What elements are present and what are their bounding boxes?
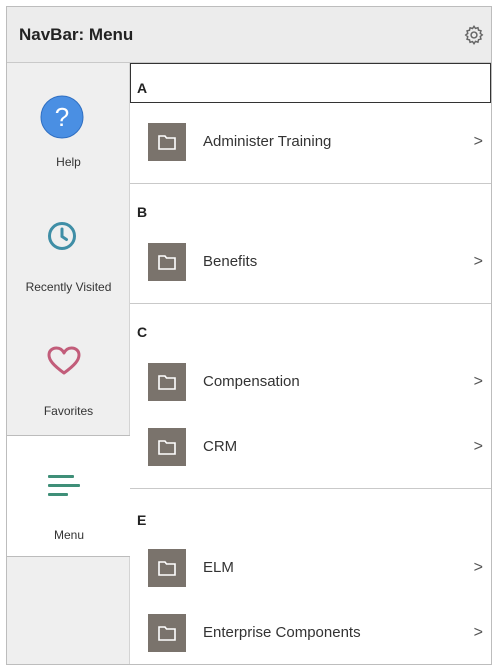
gear-icon[interactable] [463, 24, 485, 46]
menu-item-benefits[interactable]: Benefits > [130, 231, 491, 293]
menu-item-elm[interactable]: ELM > [130, 537, 491, 599]
folder-icon [148, 243, 186, 281]
sidebar-item-label: Menu [53, 528, 85, 542]
sidebar-item-label: Favorites [43, 404, 94, 418]
clock-icon [47, 221, 77, 256]
sidebar-item-favorites[interactable]: Favorites [7, 307, 130, 429]
chevron-right-icon: > [473, 253, 483, 270]
list-item-label: Enterprise Components [203, 624, 361, 641]
group-header-c: C [137, 324, 148, 340]
folder-icon [148, 123, 186, 161]
folder-icon [148, 614, 186, 652]
menu-item-enterprise-components[interactable]: Enterprise Components > [130, 602, 491, 664]
sidebar-item-menu[interactable]: Menu [7, 435, 131, 557]
sidebar-item-label: Help [56, 155, 81, 169]
group-header-b: B [137, 204, 148, 220]
list-item-label: Benefits [203, 253, 258, 270]
page-title: NavBar: Menu [19, 25, 134, 44]
sidebar-item-label: Recently Visited [25, 280, 112, 294]
sidebar-item-recently-visited[interactable]: Recently Visited [7, 185, 130, 307]
divider [130, 488, 491, 489]
group-header-a: A [130, 63, 491, 103]
header: NavBar: Menu [7, 7, 491, 63]
menu-item-administer-training[interactable]: Administer Training > [130, 111, 491, 173]
folder-icon [148, 363, 186, 401]
divider [130, 303, 491, 304]
list-item-label: Compensation [203, 373, 300, 390]
sidebar: ? Help Recently Visited Favorites Menu [7, 63, 131, 664]
svg-text:?: ? [55, 102, 69, 132]
chevron-right-icon: > [473, 438, 483, 455]
sidebar-item-help[interactable]: ? Help [7, 63, 130, 185]
folder-icon [148, 428, 186, 466]
chevron-right-icon: > [473, 373, 483, 390]
menu-item-crm[interactable]: CRM > [130, 416, 491, 478]
menu-icon [48, 474, 80, 503]
list-item-label: CRM [203, 438, 238, 455]
group-header-e: E [137, 512, 147, 528]
divider [130, 183, 491, 184]
help-icon: ? [40, 95, 84, 144]
list-item-label: Administer Training [203, 133, 332, 150]
chevron-right-icon: > [473, 133, 483, 150]
chevron-right-icon: > [473, 559, 483, 576]
heart-icon [47, 346, 81, 381]
folder-icon [148, 549, 186, 587]
menu-item-compensation[interactable]: Compensation > [130, 351, 491, 413]
list-item-label: ELM [203, 559, 234, 576]
navbar-panel: NavBar: Menu ? Help Recently Visited Fav… [6, 6, 492, 665]
chevron-right-icon: > [473, 624, 483, 641]
menu-list: A Administer Training > B Benefits > C C… [130, 63, 491, 664]
